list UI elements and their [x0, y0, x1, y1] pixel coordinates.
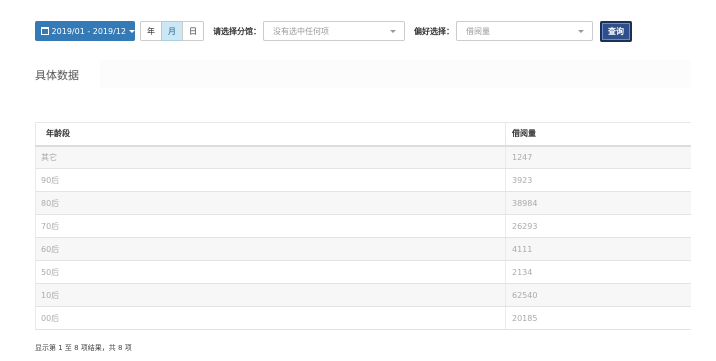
preference-label: 偏好选择： — [414, 26, 454, 36]
table-info-text: 显示第 1 至 8 项结果，共 8 项 — [35, 344, 132, 352]
table-row: 50后 2134 — [35, 260, 691, 284]
age-group-cell: 80后 — [35, 191, 506, 215]
table-row: 10后 62540 — [35, 283, 691, 307]
age-group-cell: 00后 — [35, 306, 506, 330]
granularity-toggle: 年 月 日 — [140, 21, 204, 41]
caret-down-icon — [129, 29, 135, 33]
age-group-cell: 10后 — [35, 283, 506, 307]
preference-select[interactable]: 借阅量 — [456, 21, 593, 41]
age-group-cell: 90后 — [35, 168, 506, 192]
calendar-icon — [41, 27, 49, 35]
table-row: 60后 4111 — [35, 237, 691, 261]
table-row: 其它 1247 — [35, 145, 691, 169]
dropdown-arrow-icon — [578, 30, 584, 33]
section-title: 具体数据 — [35, 69, 79, 82]
date-range-label: 2019/01 - 2019/12 — [51, 26, 126, 36]
age-group-cell: 60后 — [35, 237, 506, 261]
column-header-borrow-count[interactable]: 借阅量 — [505, 122, 691, 147]
borrow-count-cell: 3923 — [505, 168, 691, 192]
preference-select-value: 借阅量 — [466, 26, 490, 36]
table-header-row: 年龄段 借阅量 — [35, 122, 691, 147]
query-button[interactable]: 查询 — [600, 20, 632, 42]
age-group-cell: 50后 — [35, 260, 506, 284]
table-row: 90后 3923 — [35, 168, 691, 192]
date-range-picker[interactable]: 2019/01 - 2019/12 — [35, 21, 135, 41]
borrow-count-cell: 26293 — [505, 214, 691, 238]
branch-select-value: 没有选中任何项 — [273, 26, 329, 36]
borrow-count-cell: 4111 — [505, 237, 691, 261]
borrow-count-cell: 1247 — [505, 145, 691, 169]
age-group-cell: 70后 — [35, 214, 506, 238]
table-row: 70后 26293 — [35, 214, 691, 238]
data-table: 年龄段 借阅量 其它 1247 90后 3923 80后 38984 70后 2… — [35, 122, 691, 330]
borrow-count-cell: 2134 — [505, 260, 691, 284]
granularity-year-button[interactable]: 年 — [140, 21, 162, 41]
section-header-background — [100, 60, 690, 88]
branch-label: 请选择分馆： — [213, 26, 261, 36]
table-row: 80后 38984 — [35, 191, 691, 215]
dropdown-arrow-icon — [390, 30, 396, 33]
branch-select[interactable]: 没有选中任何项 — [263, 21, 405, 41]
granularity-day-button[interactable]: 日 — [182, 21, 204, 41]
borrow-count-cell: 20185 — [505, 306, 691, 330]
filter-toolbar: 2019/01 - 2019/12 年 月 日 请选择分馆： 没有选中任何项 偏… — [35, 20, 632, 42]
borrow-count-cell: 62540 — [505, 283, 691, 307]
table-row: 00后 20185 — [35, 306, 691, 330]
granularity-month-button[interactable]: 月 — [161, 21, 183, 41]
borrow-count-cell: 38984 — [505, 191, 691, 215]
column-header-age-group[interactable]: 年龄段 — [35, 122, 506, 147]
age-group-cell: 其它 — [35, 145, 506, 169]
